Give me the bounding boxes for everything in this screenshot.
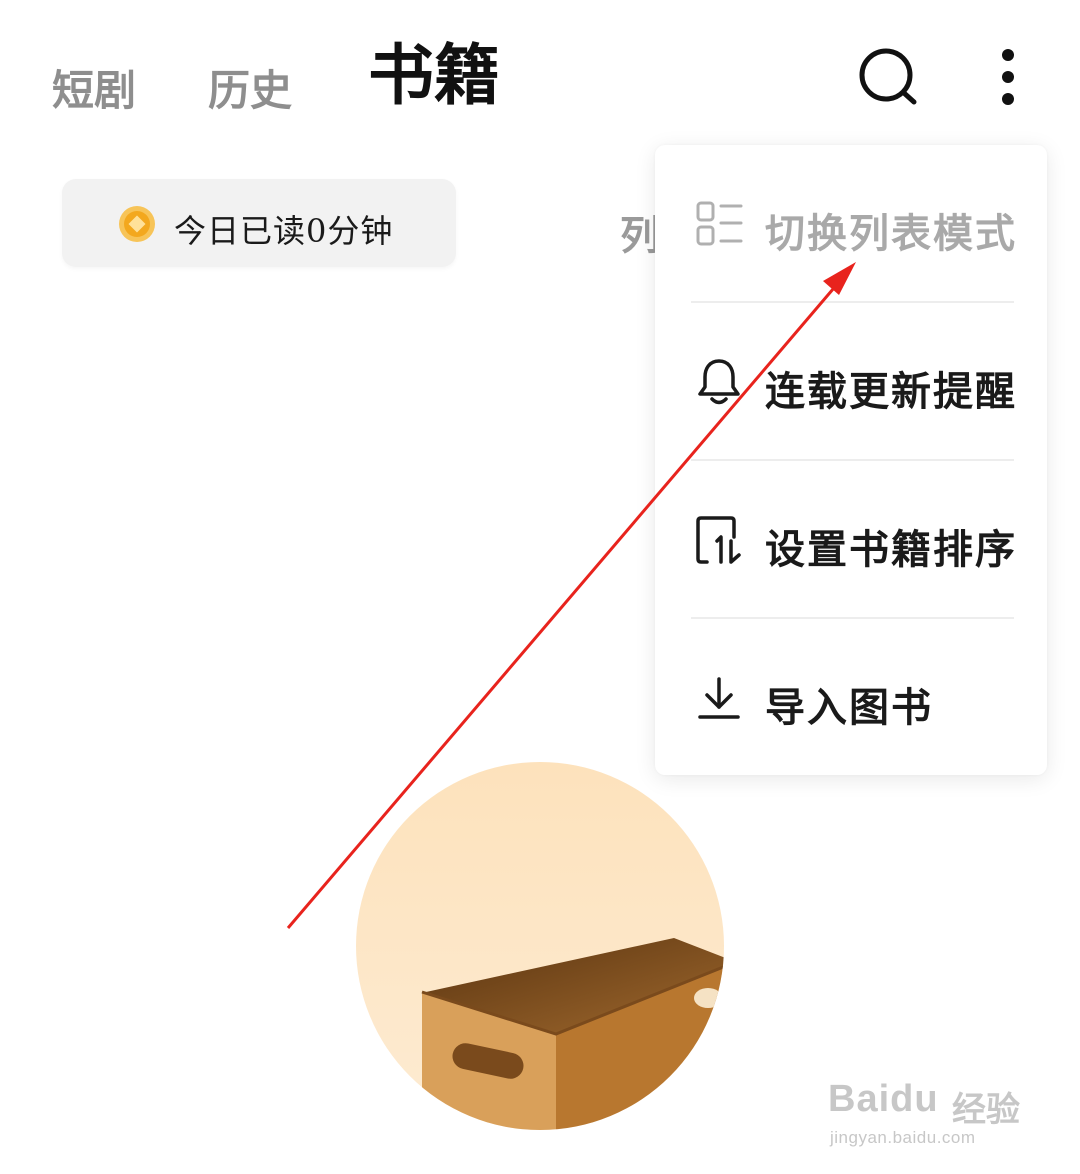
empty-box-illustration [356, 762, 724, 1130]
dropdown-menu: 切换列表模式 连载更新提醒 设置书籍排序 导入图书 [655, 145, 1047, 775]
watermark-brand: Baidu [828, 1078, 939, 1120]
menu-item-label: 切换列表模式 [765, 210, 1017, 257]
menu-item-label: 导入图书 [765, 684, 933, 731]
menu-item-set-book-sort[interactable]: 设置书籍排序 [691, 461, 1015, 619]
view-mode-label-partial: 列 [620, 212, 660, 259]
sort-icon [695, 515, 743, 565]
menu-item-label: 连载更新提醒 [765, 368, 1017, 415]
search-icon[interactable] [858, 46, 920, 108]
more-vertical-icon[interactable] [996, 48, 1020, 110]
menu-item-serial-update-reminder[interactable]: 连载更新提醒 [691, 303, 1015, 461]
reading-time-badge[interactable]: 今日已读0分钟 [62, 179, 456, 267]
coin-icon [118, 205, 156, 243]
reading-time-label: 今日已读0分钟 [174, 212, 394, 250]
menu-item-label: 设置书籍排序 [765, 526, 1017, 573]
menu-item-import-books[interactable]: 导入图书 [691, 619, 1015, 777]
bell-icon [695, 357, 743, 407]
tab-short-drama[interactable]: 短剧 [52, 70, 136, 112]
list-mode-icon [695, 199, 743, 249]
baidu-watermark: Baidu 经验 jingyan.baidu.com [828, 1060, 1028, 1160]
download-icon [695, 673, 743, 723]
watermark-brand-cn: 经验 [952, 1090, 1020, 1130]
watermark-url: jingyan.baidu.com [830, 1128, 976, 1147]
menu-item-switch-list-mode[interactable]: 切换列表模式 [691, 145, 1015, 303]
tab-books[interactable]: 书籍 [368, 42, 500, 108]
tab-history[interactable]: 历史 [208, 70, 292, 112]
